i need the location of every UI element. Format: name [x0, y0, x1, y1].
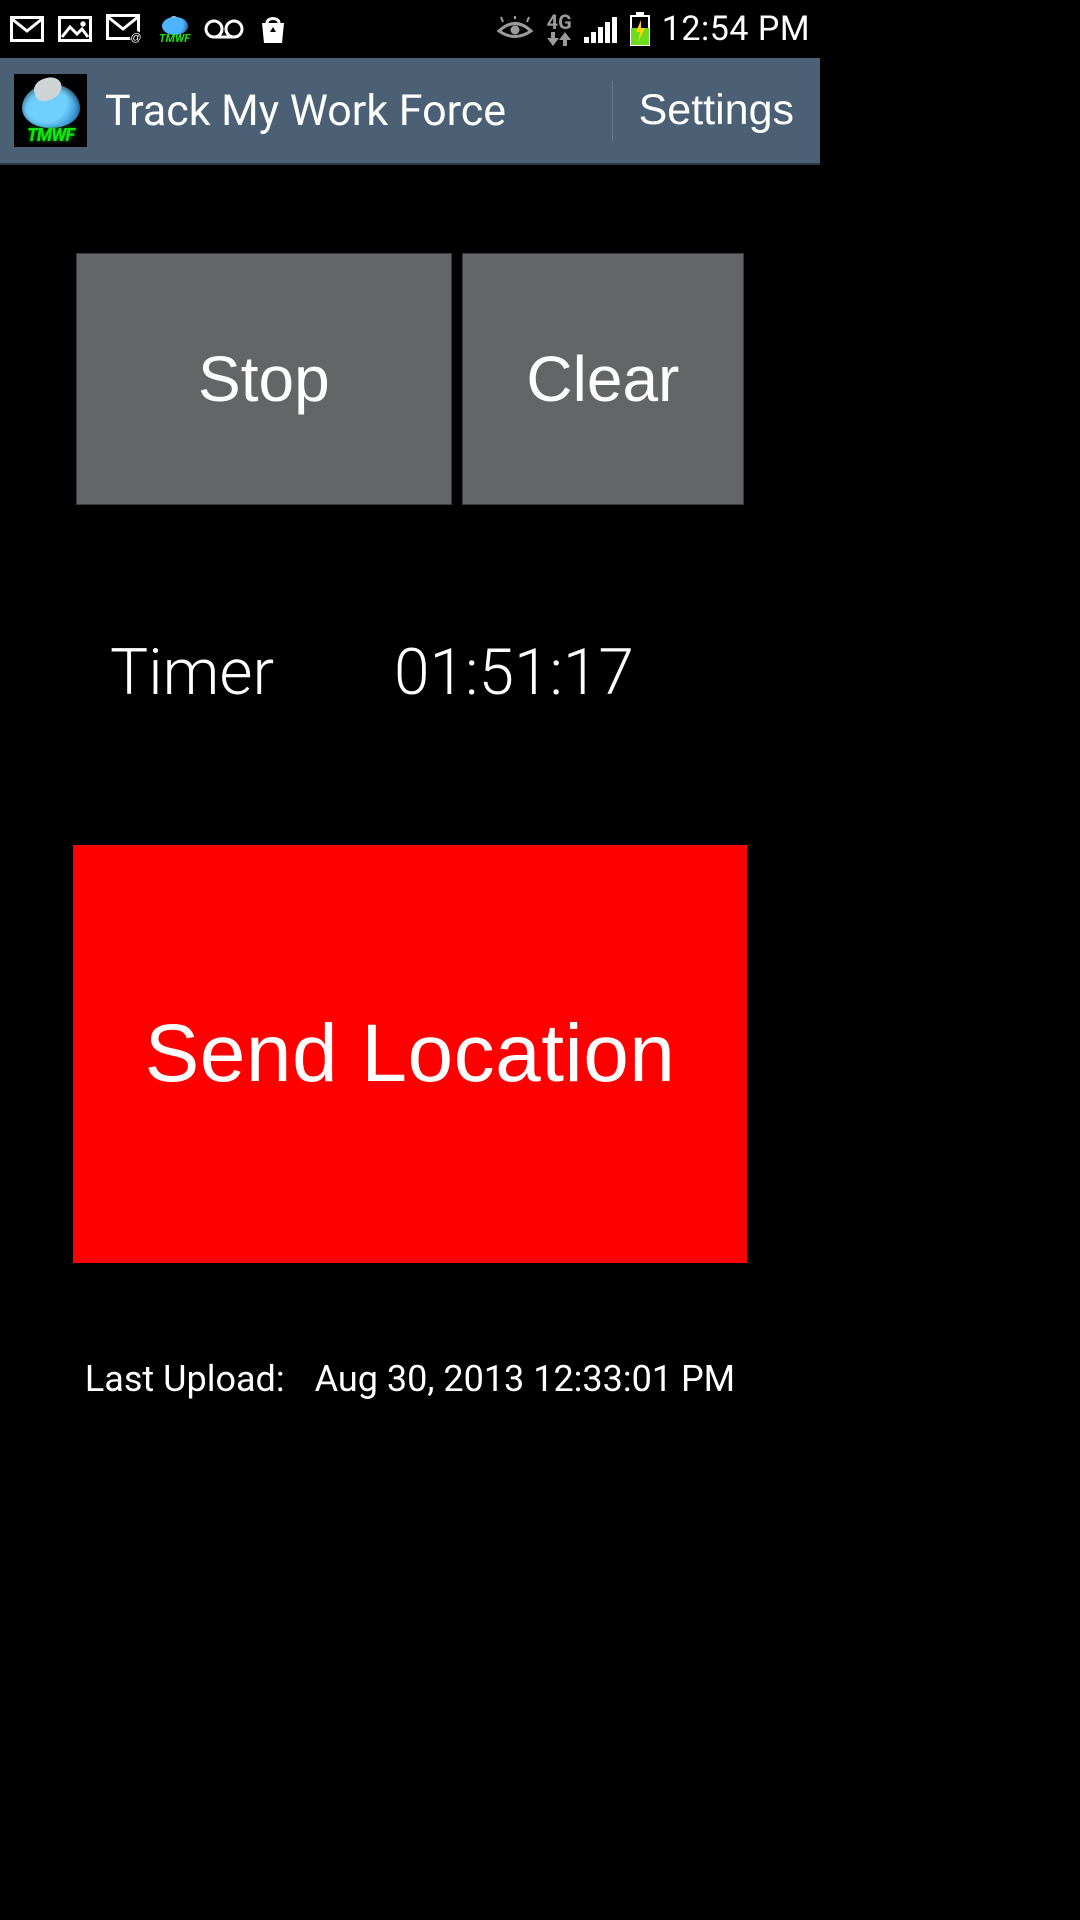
timer-label: Timer — [110, 635, 274, 710]
timer-row: Timer 01:51:17 — [0, 635, 820, 710]
shopping-bag-icon — [258, 13, 288, 45]
timer-control-row: Stop Clear — [76, 253, 744, 505]
battery-charging-icon — [630, 12, 650, 46]
voicemail-icon — [204, 17, 244, 41]
app-icon: TMWF — [14, 74, 87, 147]
svg-text:@: @ — [130, 32, 141, 44]
last-upload-label: Last Upload: — [85, 1358, 285, 1400]
mail-at-icon: @ — [106, 14, 144, 44]
status-right-icons: 4G 12:54 PM — [495, 9, 810, 49]
cellular-signal-icon — [584, 15, 618, 43]
timer-value: 01:51:17 — [394, 635, 634, 710]
eye-icon — [495, 16, 535, 42]
app-title: Track My Work Force — [105, 86, 506, 136]
last-upload-value: Aug 30, 2013 12:33:01 PM — [315, 1358, 736, 1400]
action-bar: TMWF Track My Work Force Settings — [0, 58, 820, 165]
last-upload-row: Last Upload: Aug 30, 2013 12:33:01 PM — [0, 1358, 820, 1400]
clear-button[interactable]: Clear — [462, 253, 744, 505]
status-left-icons: @ TMWF — [10, 13, 288, 45]
stop-button[interactable]: Stop — [76, 253, 452, 505]
network-4g-icon: 4G — [547, 12, 572, 46]
send-location-button[interactable]: Send Location — [73, 845, 747, 1263]
status-bar: @ TMWF — [0, 0, 820, 58]
main-content: Stop Clear Timer 01:51:17 Send Location … — [0, 253, 820, 1400]
mail-icon — [10, 16, 44, 42]
tmwf-app-notification-icon: TMWF — [158, 13, 190, 45]
settings-button[interactable]: Settings — [613, 58, 820, 163]
image-icon — [58, 16, 92, 42]
status-clock: 12:54 PM — [662, 9, 810, 49]
